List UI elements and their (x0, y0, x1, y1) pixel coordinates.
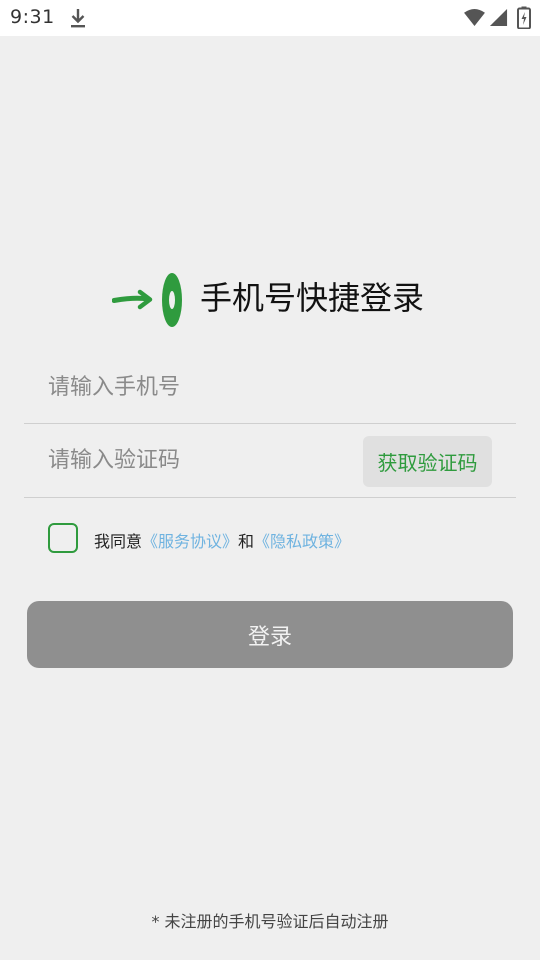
login-button[interactable]: 登录 (27, 601, 513, 668)
privacy-policy-link[interactable]: 《隐私政策》 (254, 532, 350, 551)
header: 手机号快捷登录 (0, 266, 540, 330)
service-agreement-link[interactable]: 《服务协议》 (142, 532, 238, 551)
agreement-checkbox[interactable] (48, 523, 78, 553)
auto-register-note: * 未注册的手机号验证后自动注册 (151, 912, 389, 931)
signal-icon (489, 8, 508, 27)
battery-icon (517, 6, 531, 29)
status-bar: 9:31 (0, 0, 540, 36)
wifi-icon (464, 8, 485, 27)
verification-code-input[interactable] (48, 424, 348, 497)
arrow-zero-logo-icon (112, 273, 182, 327)
page-title: 手机号快捷登录 (200, 279, 425, 317)
phone-input[interactable] (48, 352, 488, 423)
agreement-connector: 和 (238, 532, 255, 551)
agreement-row: 我同意《服务协议》和《隐私政策》 (48, 522, 518, 554)
download-icon (71, 9, 85, 28)
status-time: 9:31 (10, 6, 55, 28)
code-field-container: 获取验证码 (24, 424, 516, 498)
phone-field-container (24, 352, 516, 424)
get-code-button[interactable]: 获取验证码 (363, 436, 492, 487)
agreement-prefix: 我同意 (94, 532, 143, 551)
agreement-text: 我同意《服务协议》和《隐私政策》 (94, 528, 350, 552)
